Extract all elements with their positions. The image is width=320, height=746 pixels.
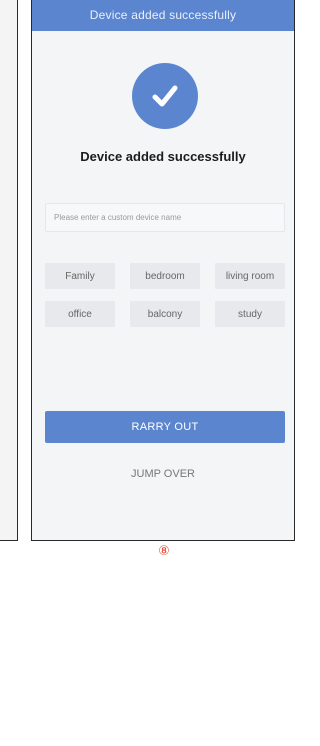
check-icon [152, 85, 178, 107]
jump-over-button[interactable]: JUMP OVER [32, 468, 294, 480]
room-tag-family[interactable]: Family [45, 263, 115, 289]
device-name-input[interactable] [45, 203, 285, 232]
carry-out-button[interactable]: RARRY OUT [45, 411, 285, 443]
step-number-label: ⑧ [158, 544, 170, 559]
page-title: Device added successfully [89, 8, 237, 22]
room-tag-balcony[interactable]: balcony [130, 301, 200, 327]
title-bar: Device added successfully [32, 0, 294, 31]
room-tag-office[interactable]: office [45, 301, 115, 327]
room-tag-list: Family bedroom living room office balcon… [45, 263, 285, 327]
success-check-icon [132, 63, 198, 129]
phone-screen: Device added successfully Device added s… [31, 0, 295, 541]
room-tag-study[interactable]: study [215, 301, 285, 327]
screenshot-canvas: Device added successfully Device added s… [0, 0, 295, 746]
success-message: Device added successfully [80, 149, 246, 164]
room-tag-bedroom[interactable]: bedroom [130, 263, 200, 289]
room-tag-living-room[interactable]: living room [215, 263, 285, 289]
previous-screen-frame [0, 0, 18, 541]
